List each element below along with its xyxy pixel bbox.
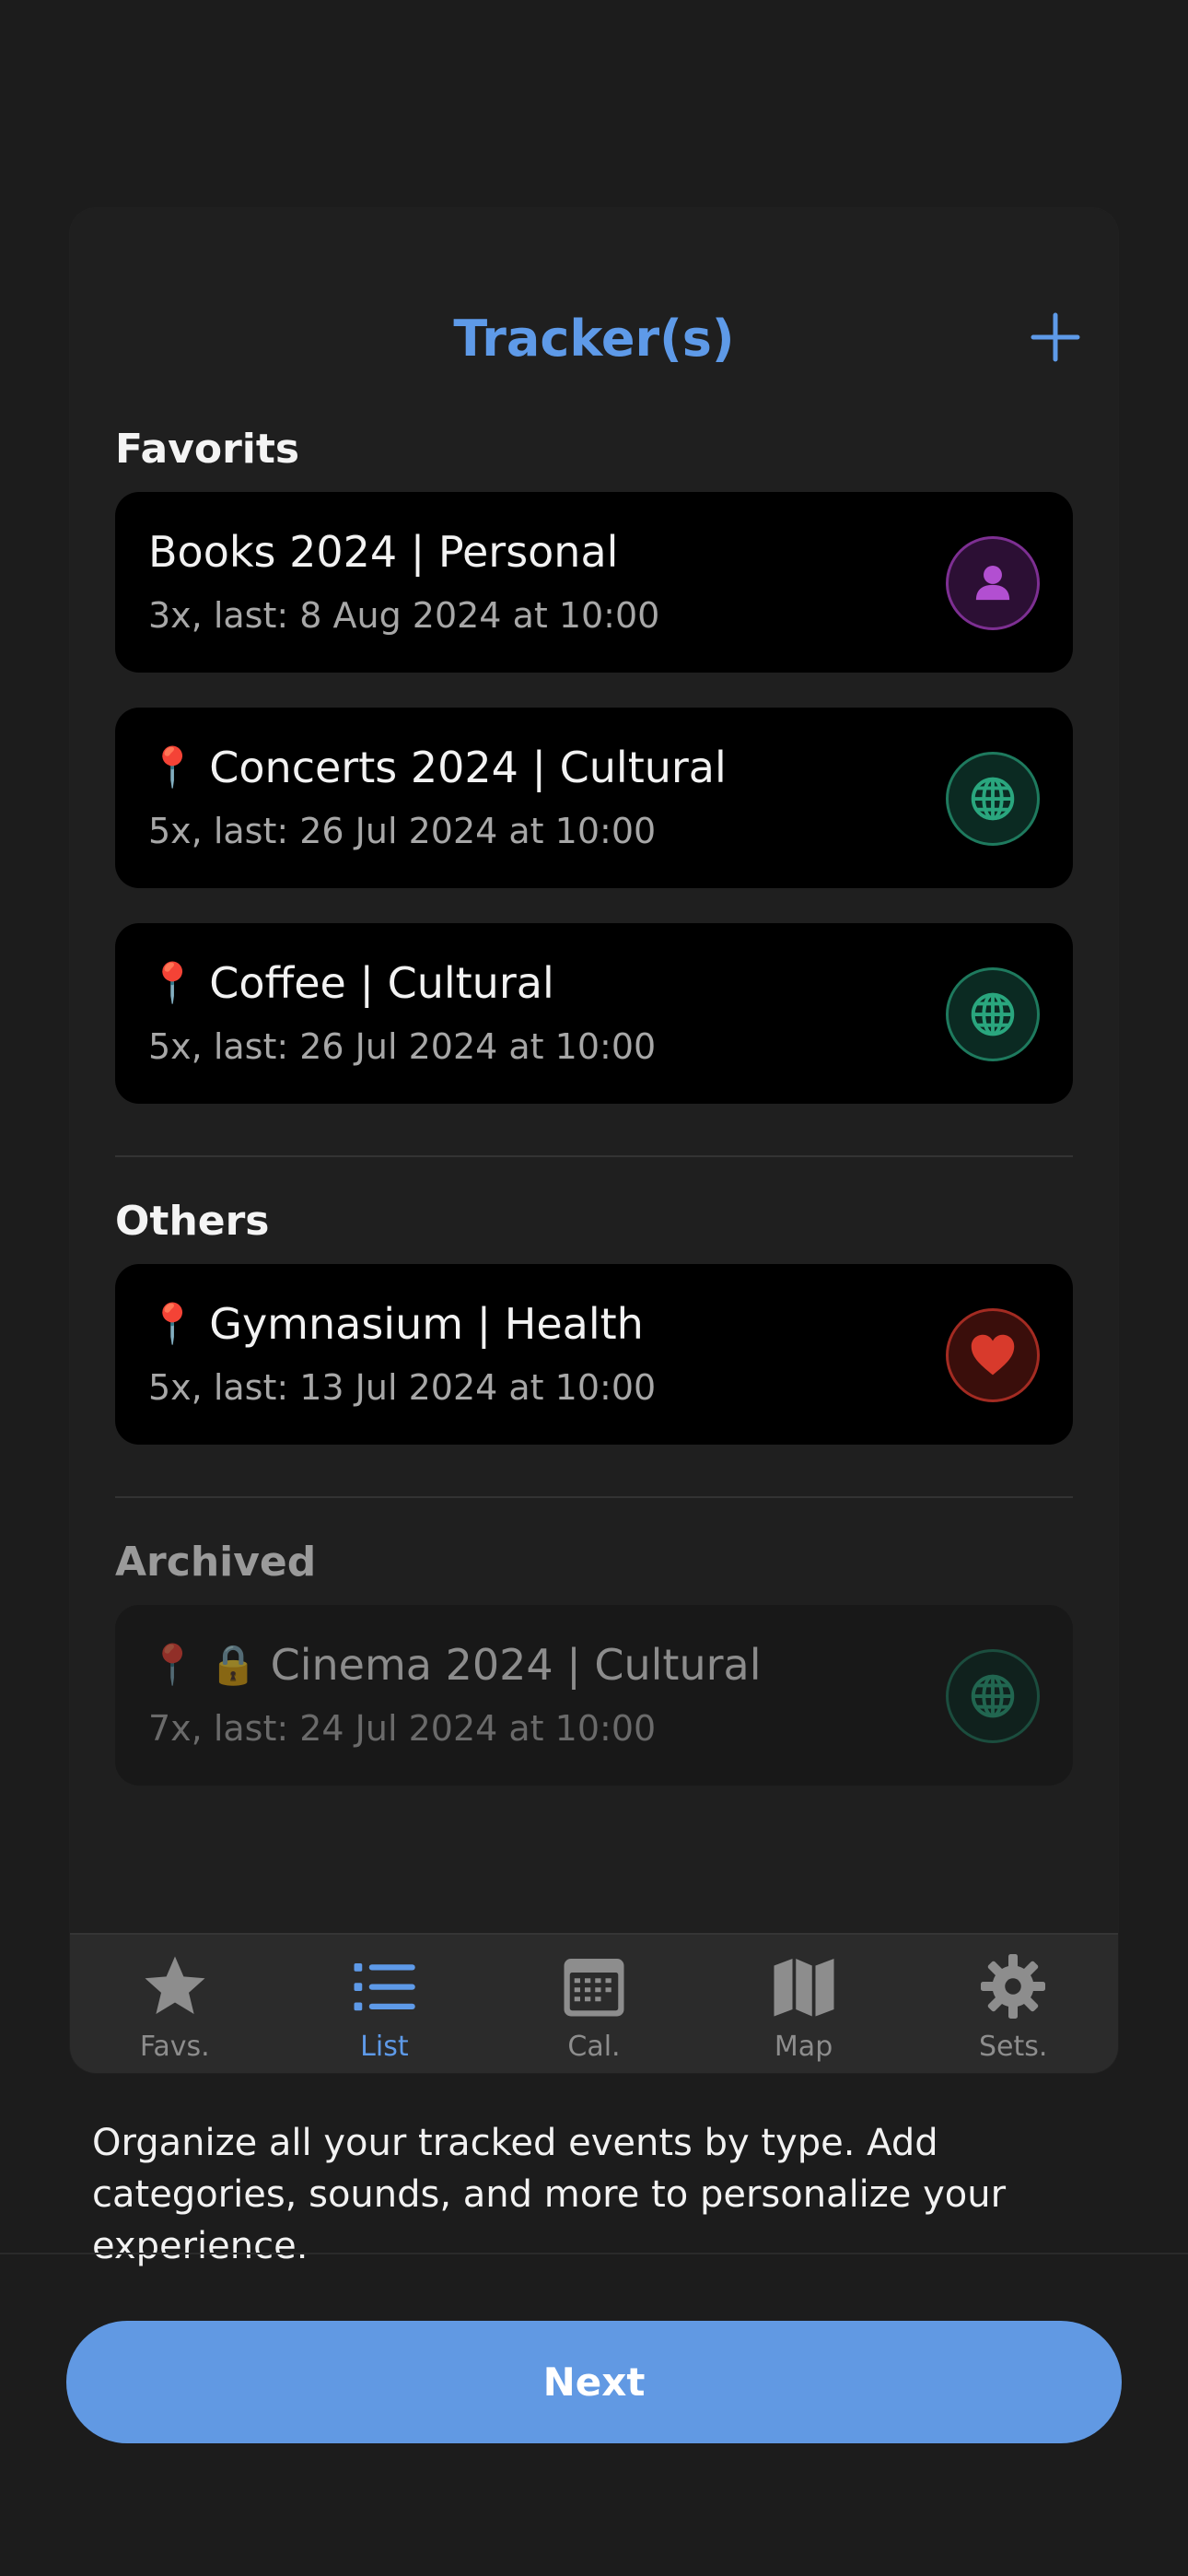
tab-sets[interactable]: Sets.	[908, 1935, 1118, 2073]
globe-icon	[946, 752, 1040, 846]
tracker-meta: 5x, last: 26 Jul 2024 at 10:00	[148, 811, 657, 851]
section-others: Others	[115, 1198, 270, 1245]
person-icon	[946, 536, 1040, 630]
divider	[0, 2253, 1188, 2254]
tracker-meta: 3x, last: 8 Aug 2024 at 10:00	[148, 595, 660, 636]
tab-map[interactable]: Map	[699, 1935, 909, 2073]
section-favorites: Favorits	[115, 426, 300, 473]
lock-icon: 🔒	[209, 1642, 258, 1687]
tracker-row[interactable]: Books 2024 | Personal 3x, last: 8 Aug 20…	[115, 492, 1073, 673]
tab-cal[interactable]: Cal.	[489, 1935, 699, 2073]
tab-list[interactable]: List	[280, 1935, 490, 2073]
list-icon	[354, 1963, 416, 2011]
pin-icon: 📍	[148, 1301, 197, 1346]
plus-icon	[1031, 312, 1080, 362]
tracker-list-preview: Tracker(s) Favorits Books 2024 | Persona…	[70, 208, 1118, 2073]
gear-icon	[981, 1954, 1046, 2019]
map-icon	[774, 1959, 834, 2017]
tracker-name: Concerts 2024 | Cultural	[209, 743, 727, 792]
add-tracker-button[interactable]	[1026, 308, 1085, 367]
section-divider	[115, 1496, 1073, 1498]
pin-icon: 📍	[148, 960, 197, 1005]
tracker-row[interactable]: 📍 🔒 Cinema 2024 | Cultural 7x, last: 24 …	[115, 1605, 1073, 1786]
tracker-row[interactable]: 📍 Coffee | Cultural 5x, last: 26 Jul 202…	[115, 923, 1073, 1104]
tracker-row[interactable]: 📍 Concerts 2024 | Cultural 5x, last: 26 …	[115, 708, 1073, 888]
page-title: Tracker(s)	[453, 310, 735, 368]
globe-icon	[946, 1649, 1040, 1743]
heart-icon	[946, 1308, 1040, 1402]
pin-icon: 📍	[148, 744, 197, 790]
tracker-meta: 5x, last: 13 Jul 2024 at 10:00	[148, 1367, 657, 1408]
next-button[interactable]: Next	[66, 2321, 1122, 2443]
tracker-name: Cinema 2024 | Cultural	[270, 1640, 762, 1690]
star-icon	[145, 1956, 205, 2014]
tracker-row[interactable]: 📍 Gymnasium | Health 5x, last: 13 Jul 20…	[115, 1264, 1073, 1445]
pin-icon: 📍	[148, 1642, 197, 1687]
calendar-icon	[564, 1959, 624, 2017]
tracker-meta: 7x, last: 24 Jul 2024 at 10:00	[148, 1708, 657, 1749]
globe-icon	[946, 967, 1040, 1061]
tracker-name: Coffee | Cultural	[209, 958, 554, 1008]
section-divider	[115, 1155, 1073, 1157]
tracker-name: Gymnasium | Health	[209, 1299, 644, 1349]
tab-favs[interactable]: Favs.	[70, 1935, 280, 2073]
section-archived: Archived	[115, 1539, 317, 1586]
tab-bar: Favs. List Cal. Map Sets.	[70, 1933, 1118, 2073]
onboarding-description: Organize all your tracked events by type…	[92, 2122, 1007, 2267]
tracker-meta: 5x, last: 26 Jul 2024 at 10:00	[148, 1026, 657, 1067]
tracker-name: Books 2024 | Personal	[148, 527, 619, 577]
header: Tracker(s)	[70, 208, 1118, 392]
